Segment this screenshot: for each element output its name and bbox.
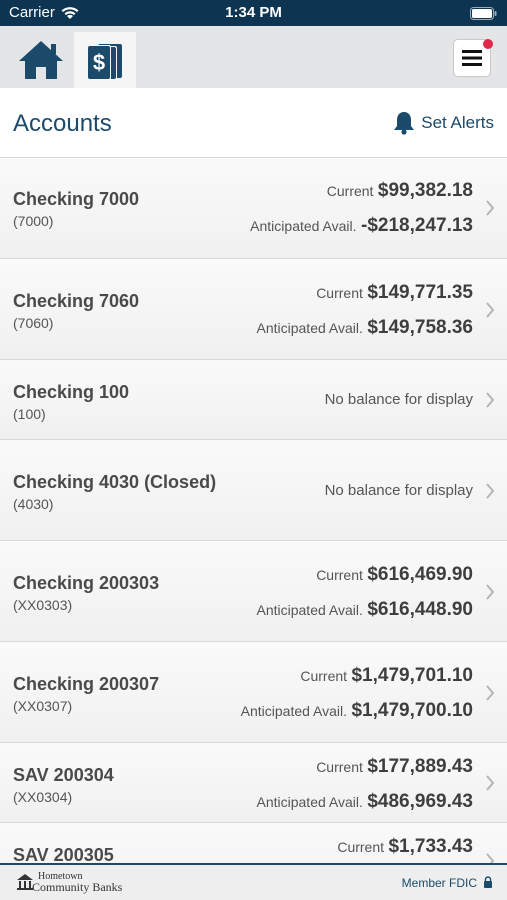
current-amount: $1,479,701.10 (351, 665, 473, 686)
account-name: SAV 200305 (13, 845, 114, 863)
page-header: Accounts Set Alerts (0, 88, 507, 158)
current-amount: $177,889.43 (367, 756, 473, 777)
account-number: (4030) (13, 496, 54, 512)
footer: Hometown Community Banks Member FDIC (0, 863, 507, 900)
anticipated-label: Anticipated Avail. (256, 320, 363, 336)
set-alerts-label: Set Alerts (421, 113, 494, 132)
hamburger-menu-icon (462, 50, 482, 66)
anticipated-amount: $1,479,700.10 (351, 700, 473, 721)
anticipated-balance: Anticipated Avail. $486,969.43 (257, 791, 474, 813)
current-label: Current (337, 839, 385, 855)
current-amount: $99,382.18 (377, 180, 473, 201)
account-number: (XX0304) (13, 789, 73, 805)
anticipated-balance: Anticipated Avail. $616,448.90 (257, 599, 474, 621)
member-fdic-label: Member FDIC (401, 876, 477, 890)
chevron-right-icon (486, 584, 495, 600)
anticipated-amount: -$218,247.13 (361, 215, 473, 236)
bank-name-line2: Community Banks (32, 880, 123, 894)
current-balance: Current $1,479,701.10 (300, 665, 473, 687)
current-label: Current (316, 285, 363, 301)
anticipated-amount: $149,758.36 (367, 317, 473, 338)
notification-badge (483, 39, 493, 49)
current-amount: $149,771.35 (367, 282, 473, 303)
svg-text:$: $ (93, 50, 105, 75)
account-name: Checking 7000 (13, 189, 140, 209)
account-row-checking-7000[interactable]: Checking 7000 (7000) Current $99,382.18 … (0, 158, 507, 259)
account-row-sav-200304[interactable]: SAV 200304 (XX0304) Current $177,889.43 … (0, 743, 507, 823)
account-row-checking-200303[interactable]: Checking 200303 (XX0303) Current $616,46… (0, 541, 507, 642)
dollar-document-icon: $ (87, 44, 122, 80)
top-navigation: $ (0, 26, 507, 88)
current-amount: $1,733.43 (388, 836, 473, 857)
current-balance: Current $616,469.90 (316, 564, 473, 586)
chevron-right-icon (486, 483, 495, 499)
home-icon[interactable] (16, 38, 66, 82)
chevron-right-icon (486, 200, 495, 216)
clock: 1:34 PM (225, 4, 282, 21)
chevron-right-icon (486, 853, 495, 863)
chevron-right-icon (486, 392, 495, 408)
account-number: (100) (13, 406, 46, 422)
chevron-right-icon (486, 302, 495, 318)
anticipated-label: Anticipated Avail. (240, 703, 348, 719)
anticipated-balance: Anticipated Avail. $1,479,700.10 (241, 700, 473, 722)
account-row-checking-7060[interactable]: Checking 7060 (7060) Current $149,771.35… (0, 259, 507, 360)
chevron-right-icon (486, 685, 495, 701)
lock-icon (484, 876, 492, 888)
set-alerts-button[interactable]: Set Alerts (393, 110, 494, 136)
account-number: (XX0303) (13, 597, 73, 613)
current-balance: Current $99,382.18 (327, 180, 473, 202)
account-row-checking-100[interactable]: Checking 100 (100) No balance for displa… (0, 360, 507, 440)
account-number: (7060) (13, 315, 54, 331)
current-label: Current (300, 668, 348, 684)
account-name: Checking 200307 (13, 674, 160, 694)
anticipated-label: Anticipated Avail. (250, 218, 357, 234)
accounts-list: Checking 7000 (7000) Current $99,382.18 … (0, 158, 507, 863)
anticipated-amount: $486,969.43 (367, 791, 473, 812)
current-amount: $616,469.90 (367, 564, 473, 585)
current-balance: Current $149,771.35 (316, 282, 473, 304)
no-balance-text: No balance for display (324, 482, 473, 499)
account-name: Checking 4030 (Closed) (13, 472, 217, 492)
account-name: SAV 200304 (13, 765, 114, 785)
account-row-checking-200307[interactable]: Checking 200307 (XX0307) Current $1,479,… (0, 642, 507, 743)
account-number: (7000) (13, 213, 54, 229)
no-balance-text: No balance for display (324, 391, 473, 408)
anticipated-label: Anticipated Avail. (256, 794, 363, 810)
current-label: Current (316, 567, 363, 583)
anticipated-balance: Anticipated Avail. -$218,247.13 (250, 215, 473, 237)
anticipated-amount: $616,448.90 (367, 599, 473, 620)
account-name: Checking 200303 (13, 573, 160, 593)
account-number: (XX0307) (13, 698, 73, 714)
current-balance: Current $177,889.43 (316, 756, 473, 778)
battery-icon (470, 7, 497, 20)
status-bar: Carrier 1:34 PM (0, 0, 507, 26)
account-name: Checking 100 (13, 382, 130, 402)
anticipated-balance: Anticipated Avail. $149,758.36 (257, 317, 474, 339)
anticipated-label: Anticipated Avail. (256, 602, 363, 618)
chevron-right-icon (486, 775, 495, 791)
account-name: Checking 7060 (13, 291, 140, 311)
current-label: Current (316, 759, 363, 775)
current-label: Current (326, 183, 374, 199)
current-balance: Current $1,733.43 (337, 836, 473, 858)
bell-icon (394, 112, 415, 135)
page-title: Accounts (13, 110, 112, 137)
account-row-checking-4030[interactable]: Checking 4030 (Closed) (4030) No balance… (0, 440, 507, 541)
tab-accounts[interactable]: $ (74, 32, 136, 88)
account-row-sav-200305[interactable]: SAV 200305 Current $1,733.43 (0, 823, 507, 863)
